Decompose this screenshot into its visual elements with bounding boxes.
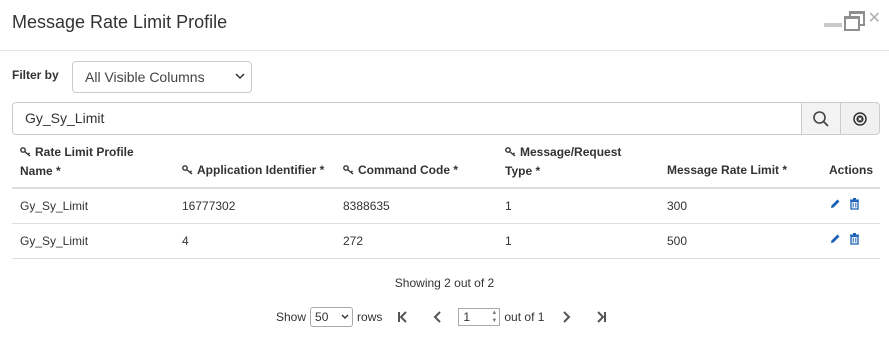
filter-label: Filter by xyxy=(12,68,59,82)
key-icon xyxy=(343,162,355,180)
previous-page-button[interactable] xyxy=(428,307,448,327)
cell-rate-limit: 300 xyxy=(667,199,688,213)
column-header-command-code[interactable]: Command Code * xyxy=(343,161,458,180)
search-bar: Gy_Sy_Limit xyxy=(12,102,880,135)
column-header-name-line2: Name * xyxy=(20,164,61,178)
edit-icon[interactable] xyxy=(829,233,841,245)
column-header-command-code-label: Command Code * xyxy=(358,163,459,177)
first-page-button[interactable] xyxy=(392,307,412,327)
page-number-value: 1 xyxy=(463,310,471,324)
restore-icon[interactable] xyxy=(843,10,865,31)
cell-name: Gy_Sy_Limit xyxy=(20,199,89,213)
column-header-name[interactable]: Rate Limit Profile Name * xyxy=(20,143,134,180)
rows-per-page-value: 50 xyxy=(315,310,329,324)
column-header-name-line1: Rate Limit Profile xyxy=(35,145,134,159)
column-header-actions: Actions xyxy=(829,163,874,177)
column-header-application-id[interactable]: Application Identifier * xyxy=(182,161,324,180)
filter-column-select[interactable]: All Visible Columns xyxy=(72,61,252,93)
chevron-left-icon xyxy=(433,311,442,323)
clear-search-button[interactable] xyxy=(840,102,880,135)
page-count-text: out of 1 xyxy=(504,310,545,324)
cell-name: Gy_Sy_Limit xyxy=(20,234,89,248)
delete-icon[interactable] xyxy=(849,198,860,210)
page-number-input[interactable]: 1 ▲ ▼ xyxy=(458,308,501,326)
record-count-text: Showing 2 out of 2 xyxy=(394,276,495,290)
dialog-titlebar: Message Rate Limit Profile ✕ xyxy=(0,0,889,51)
edit-icon[interactable] xyxy=(829,198,841,210)
cell-rate-limit: 500 xyxy=(667,234,688,248)
first-page-icon xyxy=(398,311,408,323)
delete-icon[interactable] xyxy=(849,233,860,245)
cell-command-code: 8388635 xyxy=(343,199,390,213)
pagination: Show 50 rows 1 ▲ ▼ out of 1 xyxy=(276,307,612,327)
column-header-message-type-line1: Message/Request xyxy=(520,145,622,159)
cell-command-code: 272 xyxy=(343,234,364,248)
column-header-message-type[interactable]: Message/Request Type * xyxy=(505,143,621,180)
cell-message-type: 1 xyxy=(505,199,512,213)
chevron-down-icon xyxy=(341,308,349,333)
last-page-button[interactable] xyxy=(592,307,612,327)
key-icon xyxy=(505,144,517,162)
chevron-down-icon xyxy=(235,62,245,103)
cell-message-type: 1 xyxy=(505,234,512,248)
last-page-icon xyxy=(597,311,607,323)
clear-icon xyxy=(853,111,867,126)
search-icon xyxy=(813,110,829,127)
key-icon xyxy=(20,144,32,162)
cell-application-id: 16777302 xyxy=(182,199,236,213)
row-actions xyxy=(829,198,860,210)
table-header: Rate Limit Profile Name * Application Id… xyxy=(12,141,880,189)
window-controls: ✕ xyxy=(823,10,881,31)
cell-application-id: 4 xyxy=(182,234,189,248)
minimize-icon[interactable] xyxy=(823,23,842,27)
show-label: Show xyxy=(276,310,307,324)
chevron-right-icon xyxy=(563,311,571,323)
rows-label: rows xyxy=(357,310,383,324)
search-input[interactable]: Gy_Sy_Limit xyxy=(12,102,802,135)
search-button[interactable] xyxy=(801,102,841,135)
rate-limit-table: Rate Limit Profile Name * Application Id… xyxy=(12,141,880,259)
table-row: Gy_Sy_Limit 16777302 8388635 1 300 xyxy=(12,189,880,224)
dialog-title: Message Rate Limit Profile xyxy=(12,12,228,32)
stepper-icon[interactable]: ▲ ▼ xyxy=(491,309,497,325)
column-header-message-type-line2: Type * xyxy=(505,164,541,178)
column-header-application-id-label: Application Identifier * xyxy=(197,163,325,177)
filter-select-value: All Visible Columns xyxy=(85,69,205,85)
close-icon[interactable]: ✕ xyxy=(868,10,881,28)
row-actions xyxy=(829,233,860,245)
column-header-rate-limit[interactable]: Message Rate Limit * xyxy=(667,161,787,179)
key-icon xyxy=(182,162,194,180)
rows-per-page-select[interactable]: 50 xyxy=(310,307,354,327)
table-row: Gy_Sy_Limit 4 272 1 500 xyxy=(12,224,880,259)
next-page-button[interactable] xyxy=(556,307,576,327)
